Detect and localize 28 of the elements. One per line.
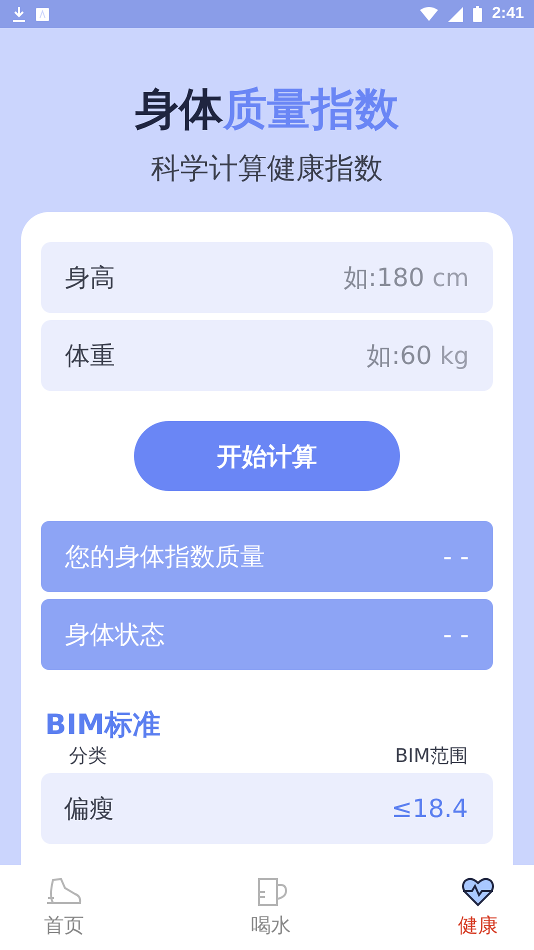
- range-cell: ≤18.4: [391, 794, 468, 823]
- nav-tab[interactable]: 首页: [38, 865, 90, 950]
- result-label: 您的身体指数质量: [65, 541, 266, 573]
- field-label: 身高: [65, 262, 116, 294]
- status-time: 2:41: [492, 5, 524, 23]
- download-icon: [12, 6, 26, 22]
- unit-label: kg: [440, 342, 469, 370]
- unit-label: cm: [432, 264, 469, 292]
- heart-pulse-icon: [461, 876, 495, 908]
- battery-icon: [472, 6, 482, 22]
- app-notification-icon: [36, 8, 49, 20]
- nav-tab[interactable]: 喝水: [245, 865, 297, 950]
- category-cell-text: 偏瘦: [64, 793, 114, 825]
- result-value: - -: [443, 542, 469, 571]
- column-header: BIM范围: [394, 744, 468, 769]
- field-label: 体重: [65, 340, 116, 372]
- input-field[interactable]: 如:60: [310, 340, 434, 371]
- nav-tab[interactable]: 健康: [452, 865, 504, 950]
- column-header: 分类: [69, 744, 107, 769]
- wifi-icon: [420, 7, 438, 21]
- calculate-button[interactable]: 开始计算: [134, 421, 400, 491]
- result-label: 身体状态: [65, 619, 166, 651]
- result-value: - -: [443, 620, 469, 649]
- section-title: BIM标准: [44, 707, 162, 743]
- page-subtitle: 科学计算健康指数: [151, 150, 383, 187]
- signal-icon: [448, 6, 463, 22]
- page-title: 身体质量指数: [135, 83, 399, 137]
- input-field[interactable]: 如:180: [302, 262, 426, 293]
